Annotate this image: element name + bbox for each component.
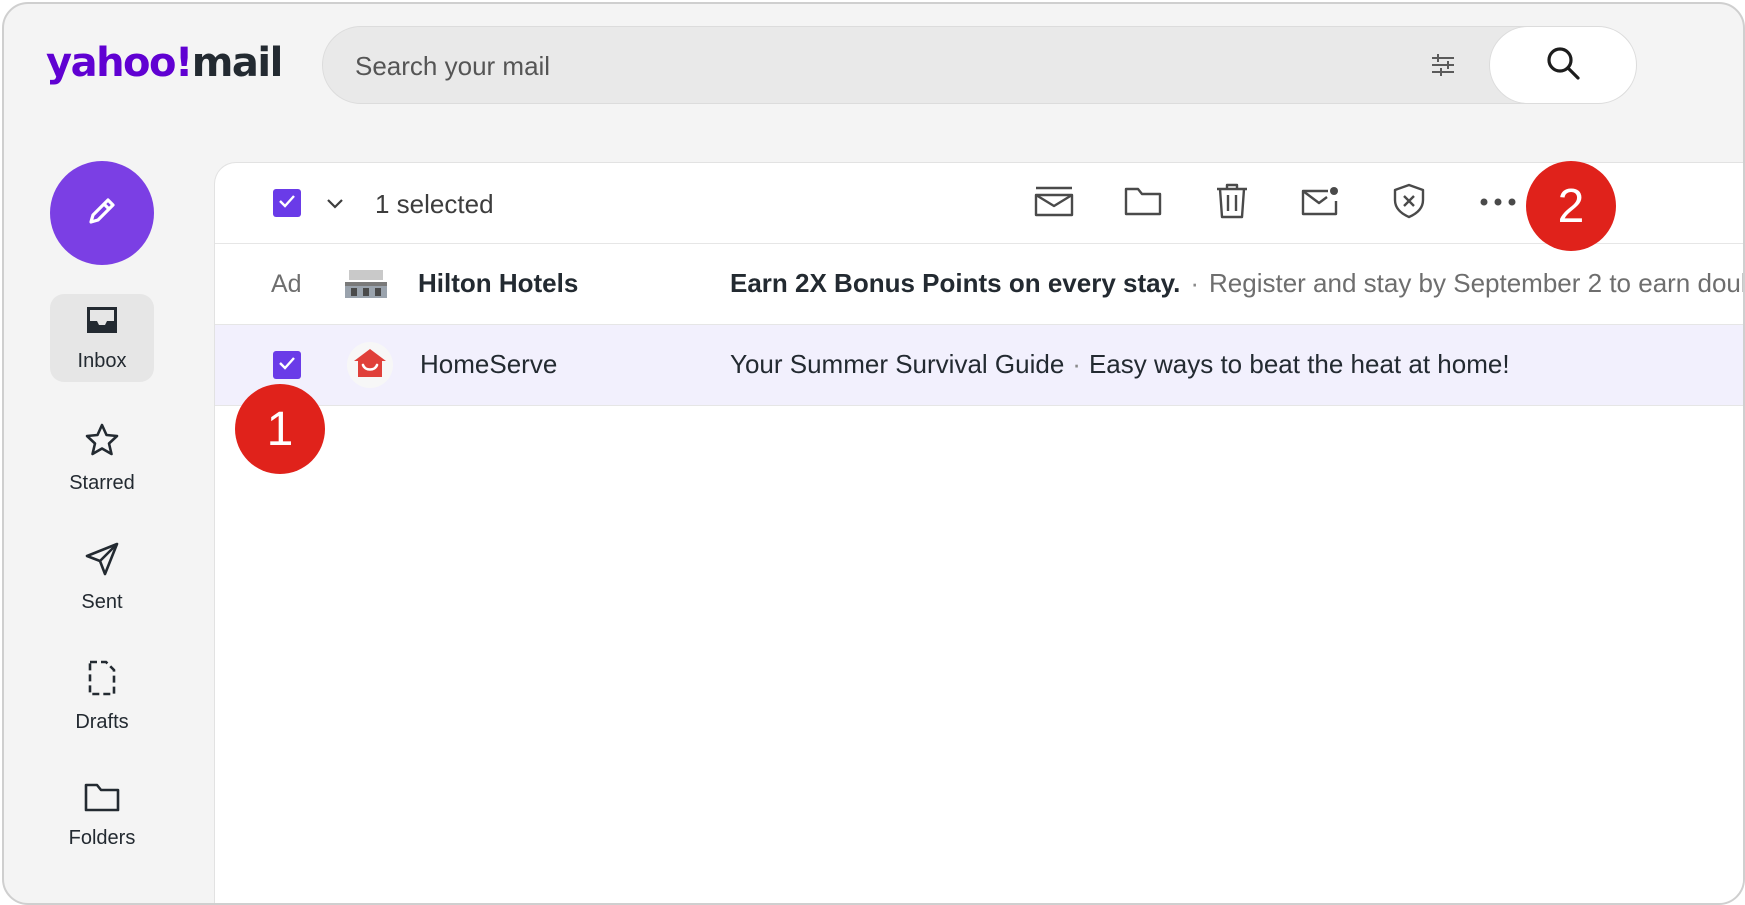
app-window: yahoo!mail Search your mail Inbox Starre… <box>2 2 1745 905</box>
row-checkbox[interactable] <box>273 351 301 379</box>
snippet: Register and stay by September 2 to earn… <box>1209 268 1745 298</box>
ad-label: Ad <box>271 270 302 298</box>
inbox-icon <box>84 304 120 342</box>
logo-product: mail <box>191 40 284 86</box>
sidebar-item-label: Sent <box>81 590 123 613</box>
message-preview: Your Summer Survival Guide · Easy ways to … <box>730 349 1743 380</box>
mark-unread-button[interactable] <box>1299 183 1341 223</box>
message-list-panel: 1 selected Ad Hilton Hotels Earn 2X Bonu… <box>214 162 1745 903</box>
sidebar-item-label: Starred <box>69 471 135 494</box>
sidebar-item-label: Drafts <box>75 710 129 733</box>
spam-icon <box>1391 182 1427 225</box>
ad-row[interactable]: Ad Hilton Hotels Earn 2X Bonus Points on… <box>215 244 1745 325</box>
sidebar-item-inbox[interactable]: Inbox <box>50 294 154 382</box>
hotel-thumbnail-image <box>343 266 389 302</box>
message-preview: Earn 2X Bonus Points on every stay. · Regi… <box>730 268 1745 299</box>
sidebar-item-folders[interactable]: Folders <box>50 771 154 859</box>
spam-button[interactable] <box>1388 183 1430 223</box>
search-icon <box>1544 44 1582 87</box>
sender-name: HomeServe <box>420 349 558 379</box>
sidebar-item-label: Inbox <box>77 349 127 372</box>
draft-icon <box>86 659 118 703</box>
logo-brand: yahoo! <box>46 40 193 86</box>
search-button[interactable] <box>1489 26 1637 104</box>
search-bar <box>322 26 1637 104</box>
check-icon <box>278 194 296 213</box>
sidebar-item-label: Folders <box>68 826 136 849</box>
mark-unread-icon <box>1300 184 1340 223</box>
step-marker-1: 1 <box>235 384 325 474</box>
delete-icon <box>1215 182 1249 225</box>
move-to-folder-button[interactable] <box>1122 183 1164 223</box>
step-marker-2: 2 <box>1526 161 1616 251</box>
pencil-icon <box>82 191 122 236</box>
message-toolbar: 1 selected <box>215 163 1743 244</box>
sender-name: Hilton Hotels <box>418 268 579 298</box>
sender-avatar <box>347 342 393 388</box>
chevron-down-icon[interactable] <box>323 191 347 215</box>
house-icon <box>353 347 387 384</box>
search-input[interactable] <box>353 45 1407 87</box>
separator: · <box>1072 349 1081 379</box>
archive-icon <box>1033 184 1075 223</box>
selected-count: 1 selected <box>375 189 494 219</box>
sidebar-item-drafts[interactable]: Drafts <box>50 652 154 740</box>
filter-sliders-icon[interactable] <box>1428 50 1458 80</box>
subject: Earn 2X Bonus Points on every stay. <box>730 268 1181 298</box>
check-icon <box>278 356 296 375</box>
separator: · <box>1190 268 1199 298</box>
sidebar-item-sent[interactable]: Sent <box>50 533 154 621</box>
message-row[interactable]: HomeServe Your Summer Survival Guide · Eas… <box>215 325 1743 406</box>
subject: Your Summer Survival Guide <box>730 349 1065 379</box>
sidebar-item-starred[interactable]: Starred <box>50 414 154 502</box>
snippet: Easy ways to beat the heat at home! <box>1088 349 1510 379</box>
folder-icon <box>83 781 121 819</box>
star-icon <box>84 422 120 464</box>
send-icon <box>84 541 120 583</box>
compose-button[interactable] <box>50 161 154 265</box>
more-icon <box>1479 194 1517 212</box>
more-actions-button[interactable] <box>1477 183 1519 223</box>
archive-button[interactable] <box>1033 183 1075 223</box>
delete-button[interactable] <box>1211 183 1253 223</box>
move-to-folder-icon <box>1123 185 1163 222</box>
select-all-checkbox[interactable] <box>273 189 301 217</box>
yahoo-mail-logo[interactable]: yahoo!mail <box>46 40 284 86</box>
